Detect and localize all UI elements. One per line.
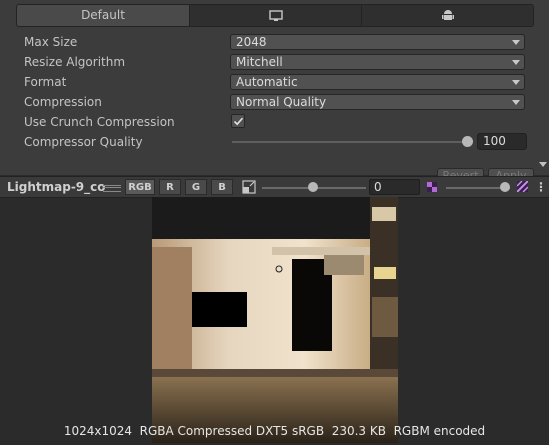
compressor-quality-label: Compressor Quality	[24, 135, 143, 149]
preview-toolbar: Lightmap-9_co RGB R G B 0 ⋮	[0, 176, 549, 198]
max-size-value: 2048	[236, 35, 267, 49]
channel-b-button[interactable]: B	[211, 179, 233, 195]
platform-tabs: Default	[16, 4, 534, 27]
mip-level-icon	[242, 180, 256, 194]
max-size-label: Max Size	[24, 35, 78, 49]
texture-info-text: 1024x1024 RGBA Compressed DXT5 sRGB 230.…	[63, 424, 486, 438]
chevron-down-icon	[512, 100, 520, 105]
checkmark-icon	[233, 117, 244, 126]
compressor-quality-field[interactable]: 100	[477, 133, 527, 150]
texture-import-settings-panel: Default Max Size 2048 Resize Algorithm M…	[0, 0, 549, 175]
max-size-dropdown[interactable]: 2048	[230, 34, 525, 50]
channel-g-button[interactable]: G	[185, 179, 207, 195]
mip-level-field[interactable]: 0	[369, 179, 420, 195]
scroll-down-arrow-icon[interactable]	[539, 162, 547, 167]
android-icon	[441, 10, 454, 20]
channel-r-button[interactable]: R	[159, 179, 181, 195]
format-dropdown[interactable]: Automatic	[230, 74, 525, 90]
compressor-quality-slider-track[interactable]	[232, 141, 468, 143]
tab-default[interactable]: Default	[17, 5, 190, 26]
more-options-icon[interactable]: ⋮	[535, 179, 547, 195]
lightmap-preview-image	[152, 197, 398, 443]
compression-value: Normal Quality	[236, 95, 327, 109]
preview-title: Lightmap-9_co	[7, 180, 106, 194]
compression-dropdown[interactable]: Normal Quality	[230, 94, 525, 110]
lightmap-texture	[152, 197, 398, 443]
compressor-quality-slider-thumb[interactable]	[462, 136, 473, 147]
exposure-low-icon	[427, 182, 437, 192]
resize-algorithm-label: Resize Algorithm	[24, 55, 126, 69]
chevron-down-icon	[512, 80, 520, 85]
tab-default-label: Default	[81, 8, 125, 22]
resize-algorithm-value: Mitchell	[236, 55, 283, 69]
drag-handle-icon[interactable]	[103, 185, 121, 192]
use-crunch-label: Use Crunch Compression	[24, 115, 175, 129]
tab-android[interactable]	[362, 5, 533, 26]
chevron-down-icon	[512, 40, 520, 45]
format-label: Format	[24, 75, 67, 89]
exposure-high-icon	[517, 181, 528, 192]
monitor-icon	[268, 10, 283, 21]
compression-label: Compression	[24, 95, 102, 109]
mip-level-slider-thumb[interactable]	[308, 182, 318, 192]
inspector-scrollbar[interactable]	[536, 0, 549, 175]
channel-rgb-button[interactable]: RGB	[125, 179, 155, 195]
exposure-slider-thumb[interactable]	[500, 182, 510, 192]
resize-algorithm-dropdown[interactable]: Mitchell	[230, 54, 525, 70]
format-value: Automatic	[236, 75, 298, 89]
tab-standalone[interactable]	[190, 5, 362, 26]
chevron-down-icon	[512, 60, 520, 65]
use-crunch-checkbox[interactable]	[231, 114, 245, 128]
